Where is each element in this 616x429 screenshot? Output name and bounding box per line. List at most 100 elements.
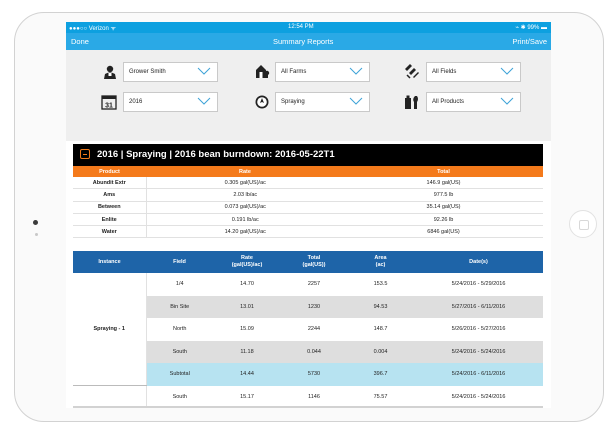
fields-value: All Fields bbox=[432, 69, 457, 75]
table-row: Spraying - 1 1/4 14.70 2257 153.5 5/24/2… bbox=[73, 273, 543, 386]
operation-select[interactable]: Spraying bbox=[275, 92, 370, 112]
report-panel: 2016 | Spraying | 2016 bean burndown: 20… bbox=[66, 141, 551, 408]
col-header-product: Product bbox=[73, 166, 146, 177]
filter-panel: Grower Smith All Farms All Fields 31 201… bbox=[66, 50, 551, 142]
rate-cell: 14.44 bbox=[213, 363, 281, 386]
area-cell: 148.7 bbox=[373, 326, 388, 333]
rate-unit: (gal(US)/ac) bbox=[231, 262, 263, 268]
col-header-total: Total (gal(US)) bbox=[281, 251, 347, 273]
product-name: Ams bbox=[73, 188, 147, 202]
dates-cell: 5/24/2016 - 6/11/2016 bbox=[414, 363, 543, 386]
chevron-down-icon bbox=[197, 97, 211, 105]
product-total: 6846 gal(US) bbox=[344, 225, 543, 239]
product-total: 92.26 lb bbox=[344, 213, 543, 227]
instance-name-empty bbox=[73, 385, 147, 408]
dates-cell: 5/24/2016 - 5/24/2016 bbox=[451, 394, 506, 400]
total-cell: 5730 bbox=[281, 363, 347, 386]
total-label: Total bbox=[307, 255, 321, 261]
field-cell: Bin Site bbox=[146, 295, 213, 318]
product-name: Water bbox=[73, 225, 147, 239]
home-button[interactable] bbox=[569, 210, 597, 238]
product-rate: 0.305 gal(US)/ac bbox=[146, 177, 344, 190]
person-icon bbox=[102, 64, 118, 80]
fields-select[interactable]: All Fields bbox=[426, 62, 521, 82]
product-name: Enlite bbox=[73, 213, 147, 227]
area-label: Area bbox=[374, 255, 387, 261]
dates-cell: 5/26/2016 - 5/27/2016 bbox=[451, 326, 506, 333]
report-title: 2016 | Spraying | 2016 bean burndown: 20… bbox=[97, 149, 335, 160]
scroll-edge bbox=[73, 406, 543, 408]
farms-value: All Farms bbox=[281, 69, 307, 75]
field-cell: 1/4 bbox=[175, 281, 184, 288]
instance-name: Spraying - 1 bbox=[73, 273, 147, 386]
product-total: 146.9 gal(US) bbox=[344, 177, 543, 190]
col-header-field: Field bbox=[146, 251, 213, 273]
col-header-total: Total bbox=[344, 166, 543, 177]
area-unit: (ac) bbox=[375, 262, 386, 268]
clock: 12:54 PM bbox=[288, 24, 314, 30]
product-table: Product Rate Total Abundit Extr 0.305 ga… bbox=[73, 166, 543, 239]
total-cell: 2244 bbox=[307, 326, 321, 333]
done-button[interactable]: Done bbox=[71, 37, 89, 46]
carrier-label: ●●●○○ Verizon ᯤ bbox=[69, 26, 116, 32]
table-row: South 15.17 1146 75.57 5/24/2016 - 5/24/… bbox=[73, 385, 543, 408]
instance-table-header: Instance Field Rate (gal(US)/ac) Total (ga… bbox=[73, 251, 543, 273]
year-select[interactable]: 2016 bbox=[123, 92, 218, 112]
product-total: 35.14 gal(US) bbox=[344, 201, 543, 214]
col-header-instance: Instance bbox=[73, 251, 146, 273]
rate-label: Rate bbox=[241, 255, 253, 261]
product-name: Abundit Extr bbox=[73, 177, 147, 190]
report-header[interactable]: 2016 | Spraying | 2016 bean burndown: 20… bbox=[73, 144, 543, 166]
product-icon bbox=[404, 94, 420, 110]
rate-cell: 15.17 bbox=[240, 394, 254, 400]
product-total: 977.5 lb bbox=[344, 188, 543, 202]
product-rate: 0.191 lb/ac bbox=[146, 213, 344, 227]
product-row: Ams 2.03 lb/ac 977.5 lb bbox=[73, 188, 543, 202]
dates-cell: 5/27/2016 - 6/11/2016 bbox=[414, 295, 543, 318]
col-header-rate: Rate bbox=[146, 166, 344, 177]
col-header-dates: Date(s) bbox=[414, 251, 543, 273]
collapse-icon[interactable] bbox=[80, 149, 90, 159]
rate-cell: 15.09 bbox=[240, 326, 254, 333]
total-cell: 1146 bbox=[308, 394, 320, 400]
print-save-button[interactable]: Print/Save bbox=[512, 37, 547, 46]
year-value: 2016 bbox=[129, 99, 143, 105]
product-rate: 0.073 gal(US)/ac bbox=[146, 201, 344, 214]
col-header-rate: Rate (gal(US)/ac) bbox=[213, 251, 281, 273]
calendar-day: 31 bbox=[105, 103, 113, 110]
compass-icon bbox=[254, 94, 270, 110]
rate-cell: 13.01 bbox=[213, 295, 281, 318]
products-select[interactable]: All Products bbox=[426, 92, 521, 112]
status-bar: ●●●○○ Verizon ᯤ 12:54 PM ⌁ ✱ 99% ▬ bbox=[66, 22, 551, 33]
field-cell: South bbox=[146, 340, 213, 363]
page-title: Summary Reports bbox=[273, 37, 334, 46]
product-rate: 2.03 lb/ac bbox=[146, 188, 344, 202]
col-header-area: Area (ac) bbox=[347, 251, 414, 273]
chevron-down-icon bbox=[349, 67, 363, 75]
farms-select[interactable]: All Farms bbox=[275, 62, 370, 82]
total-unit: (gal(US)) bbox=[302, 262, 326, 268]
chevron-down-icon bbox=[500, 67, 514, 75]
total-cell: 2257 bbox=[307, 281, 321, 288]
product-row: Water 14.20 gal(US)/ac 6846 gal(US) bbox=[73, 225, 543, 239]
area-cell: 396.7 bbox=[347, 363, 414, 386]
total-cell: 1230 bbox=[281, 295, 347, 318]
product-table-header: Product Rate Total bbox=[73, 166, 543, 177]
chevron-down-icon bbox=[500, 97, 514, 105]
field-cell: Subtotal bbox=[146, 363, 213, 386]
calendar-icon: 31 bbox=[101, 94, 117, 110]
rate-cell: 11.18 bbox=[213, 340, 281, 363]
total-cell: 0.044 bbox=[281, 340, 347, 363]
operation-value: Spraying bbox=[281, 99, 305, 105]
field-cell: South bbox=[172, 394, 187, 400]
area-cell: 153.5 bbox=[373, 281, 388, 288]
chevron-down-icon bbox=[197, 67, 211, 75]
product-row: Abundit Extr 0.305 gal(US)/ac 146.9 gal(… bbox=[73, 177, 543, 190]
rate-cell: 14.70 bbox=[240, 281, 254, 288]
products-value: All Products bbox=[432, 99, 465, 105]
field-icon bbox=[404, 63, 420, 79]
grower-select[interactable]: Grower Smith bbox=[123, 62, 218, 82]
sensor bbox=[35, 233, 38, 236]
camera bbox=[33, 220, 38, 225]
instance-table: Instance Field Rate (gal(US)/ac) Total (ga… bbox=[73, 251, 543, 408]
